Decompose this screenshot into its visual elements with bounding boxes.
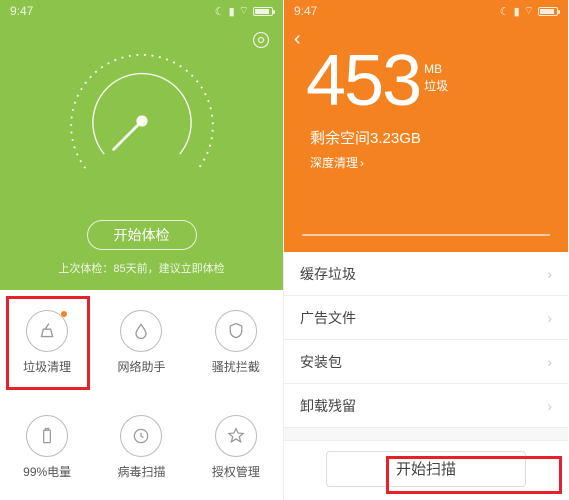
broom-icon [26, 310, 68, 352]
gauge-meter [57, 36, 227, 206]
unit-label: MB [424, 61, 448, 78]
time-label: 9:47 [10, 4, 33, 18]
start-checkup-button[interactable]: 开始体检 [87, 220, 197, 250]
cell-label: 授权管理 [212, 463, 260, 480]
list-item-uninstall[interactable]: 卸载残留 › [284, 384, 568, 428]
moon-icon: ☾ [215, 5, 225, 18]
permission-mgmt-cell[interactable]: 授权管理 [189, 395, 283, 500]
network-assistant-cell[interactable]: 网络助手 [94, 290, 188, 395]
top-panel: 9:47 ☾ ▮ ⌔ ‹ 453 MB 垃圾 剩余空间3.23GB 深度清理 › [284, 0, 568, 252]
drop-icon [120, 310, 162, 352]
feature-grid: 垃圾清理 网络助手 骚扰拦截 99%电量 病毒扫描 [0, 290, 283, 500]
shield-icon [215, 310, 257, 352]
cell-label: 病毒扫描 [117, 463, 165, 480]
battery-cell[interactable]: 99%电量 [0, 395, 94, 500]
junk-size-number: 453 [306, 45, 420, 117]
deep-clean-link[interactable]: 深度清理 › [284, 154, 568, 171]
list-item-label: 安装包 [300, 352, 342, 372]
wifi-icon: ⌔ [524, 4, 534, 18]
scan-icon [120, 415, 162, 457]
list-item-label: 卸载残留 [300, 396, 356, 416]
gauge-area [0, 22, 283, 220]
moon-icon: ☾ [500, 5, 510, 18]
junk-label: 垃圾 [424, 78, 448, 95]
status-icons: ☾ ▮ ⌔ [215, 4, 273, 18]
signal-icon: ▮ [229, 5, 235, 18]
star-icon [215, 415, 257, 457]
security-center-screen: 9:47 ☾ ▮ ⌔ 开始体检 上次体检：85天前，建议立即体检 [0, 0, 284, 500]
chevron-right-icon: › [547, 310, 552, 326]
start-scan-button[interactable]: 开始扫描 [326, 451, 526, 487]
statusbar: 9:47 ☾ ▮ ⌔ [284, 0, 568, 22]
settings-icon[interactable] [251, 30, 271, 55]
battery-icon [253, 7, 273, 16]
top-panel: 9:47 ☾ ▮ ⌔ 开始体检 上次体检：85天前，建议立即体检 [0, 0, 283, 290]
wifi-icon: ⌔ [239, 4, 249, 18]
time-label: 9:47 [294, 4, 317, 18]
cell-label: 99%电量 [23, 463, 71, 480]
cell-label: 网络助手 [117, 358, 165, 375]
trash-cleanup-cell[interactable]: 垃圾清理 [0, 290, 94, 395]
chevron-right-icon: › [360, 156, 364, 170]
junk-category-list: 缓存垃圾 › 广告文件 › 安装包 › 卸载残留 › [284, 252, 568, 440]
list-item-ads[interactable]: 广告文件 › [284, 296, 568, 340]
chevron-right-icon: › [547, 266, 552, 282]
battery-icon [538, 7, 558, 16]
free-space-text: 剩余空间3.23GB [284, 127, 568, 148]
cell-label: 垃圾清理 [23, 358, 71, 375]
bottom-bar: 开始扫描 [284, 440, 568, 496]
status-icons: ☾ ▮ ⌔ [500, 4, 558, 18]
progress-line [302, 234, 550, 236]
list-item-label: 缓存垃圾 [300, 264, 356, 284]
battery-icon [26, 415, 68, 457]
deep-clean-label: 深度清理 [310, 154, 358, 171]
list-item-cache[interactable]: 缓存垃圾 › [284, 252, 568, 296]
signal-icon: ▮ [514, 5, 520, 18]
harassment-block-cell[interactable]: 骚扰拦截 [189, 290, 283, 395]
list-item-apk[interactable]: 安装包 › [284, 340, 568, 384]
virus-scan-cell[interactable]: 病毒扫描 [94, 395, 188, 500]
junk-size-row: 453 MB 垃圾 [284, 45, 568, 117]
cell-label: 骚扰拦截 [212, 358, 260, 375]
trash-cleanup-screen: 9:47 ☾ ▮ ⌔ ‹ 453 MB 垃圾 剩余空间3.23GB 深度清理 › [284, 0, 568, 500]
statusbar: 9:47 ☾ ▮ ⌔ [0, 0, 283, 22]
list-item-label: 广告文件 [300, 308, 356, 328]
chevron-right-icon: › [547, 398, 552, 414]
chevron-right-icon: › [547, 354, 552, 370]
last-checkup-text: 上次体检：85天前，建议立即体检 [0, 260, 283, 290]
